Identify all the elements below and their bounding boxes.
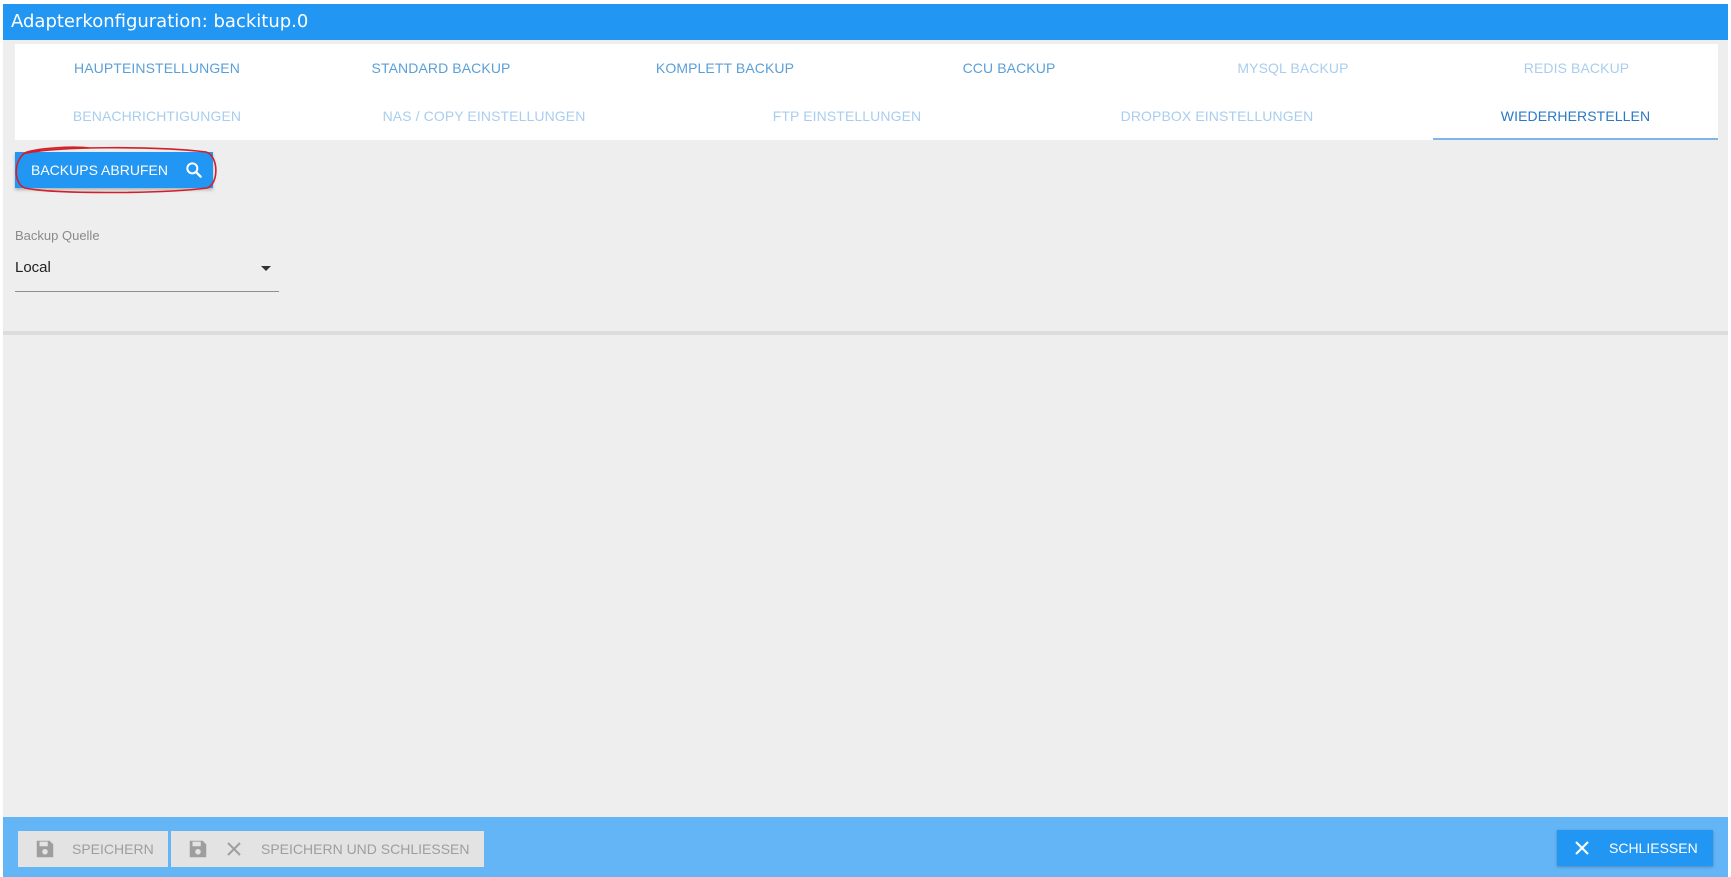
dialog-title: Adapterkonfiguration: backitup.0 [3, 4, 1728, 40]
close-label: SCHLIESSEN [1609, 840, 1698, 856]
floppy-disk-icon [34, 838, 56, 860]
search-icon [184, 160, 204, 180]
tab-haupteinstellungen[interactable]: HAUPTEINSTELLUNGEN [15, 44, 299, 92]
content-divider [3, 331, 1728, 335]
tab-benachrichtigungen: BENACHRICHTIGUNGEN [72, 108, 242, 124]
active-tab-indicator [1433, 138, 1718, 140]
save-and-close-label: SPEICHERN UND SCHLIESSEN [261, 841, 470, 857]
fetch-backups-button[interactable]: BACKUPS ABRUFEN [15, 152, 213, 188]
save-and-close-button[interactable]: SPEICHERN UND SCHLIESSEN [171, 831, 484, 867]
tab-bar: HAUPTEINSTELLUNGEN STANDARD BACKUP KOMPL… [15, 44, 1718, 140]
close-button[interactable]: SCHLIESSEN [1557, 830, 1713, 866]
backup-source-select[interactable]: Local [15, 254, 279, 292]
tab-komplett-backup[interactable]: KOMPLETT BACKUP [583, 44, 867, 92]
tab-wiederherstellen[interactable]: WIEDERHERSTELLEN [1433, 92, 1718, 140]
tab-ftp-einstellungen: FTP EINSTELLUNGEN [772, 108, 922, 124]
adapter-config-dialog: Adapterkonfiguration: backitup.0 HAUPTEI… [3, 4, 1728, 877]
save-button[interactable]: SPEICHERN [18, 831, 168, 867]
backup-source-value: Local [15, 259, 51, 276]
tab-ccu-backup[interactable]: CCU BACKUP [867, 44, 1151, 92]
save-label: SPEICHERN [72, 841, 154, 857]
dropdown-caret-icon [261, 266, 271, 271]
tab-mysql-backup: MYSQL BACKUP [1237, 60, 1349, 76]
tab-redis-backup: REDIS BACKUP [1523, 60, 1630, 76]
tab-dropbox-einstellungen: DROPBOX EINSTELLUNGEN [1120, 108, 1314, 124]
close-icon [1573, 839, 1591, 857]
floppy-disk-icon [187, 838, 209, 860]
backup-source-label: Backup Quelle [15, 228, 100, 243]
tab-nas-copy-einstellungen: NAS / COPY EINSTELLUNGEN [382, 108, 586, 124]
close-icon [225, 840, 243, 858]
fetch-backups-label: BACKUPS ABRUFEN [31, 162, 168, 178]
tab-standard-backup[interactable]: STANDARD BACKUP [299, 44, 583, 92]
dialog-footer: SPEICHERN SPEICHERN UND SCHLIESSEN SCHLI… [3, 817, 1728, 877]
